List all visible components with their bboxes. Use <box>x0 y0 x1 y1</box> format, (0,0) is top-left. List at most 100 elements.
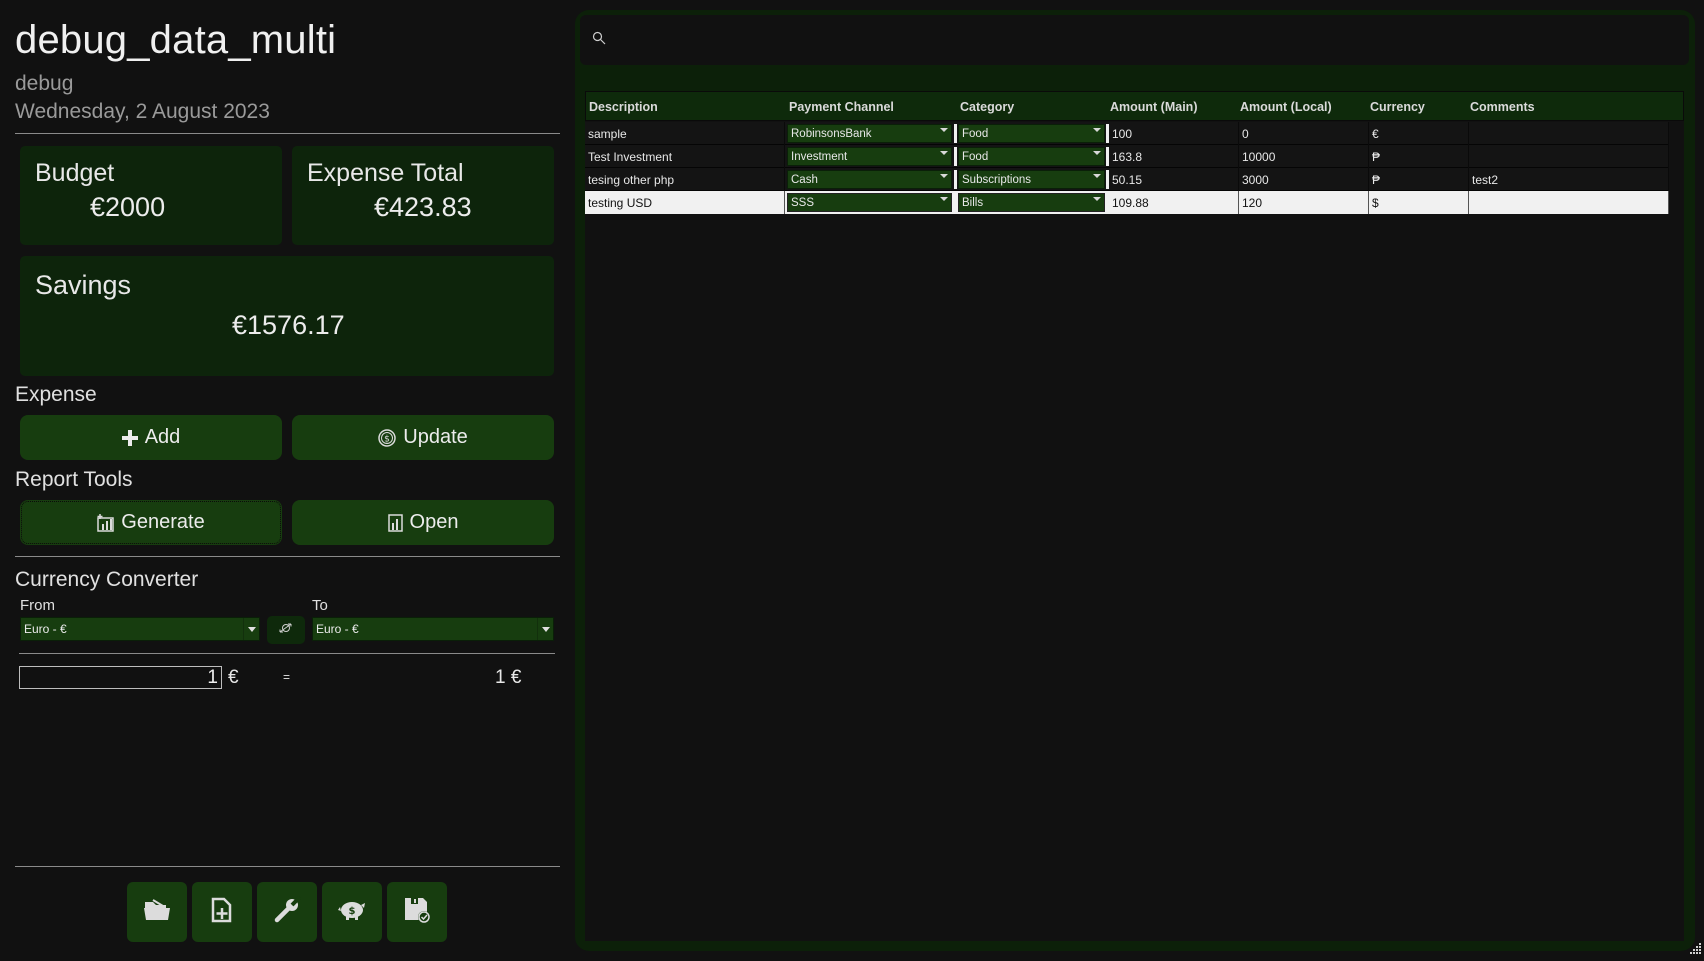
payment-channel-select-value: SSS <box>791 196 815 209</box>
chevron-down-icon <box>940 197 948 213</box>
settings-button[interactable] <box>257 882 317 942</box>
amount-main-cell[interactable]: 163.8 <box>1109 145 1239 168</box>
search-bar[interactable] <box>580 15 1689 65</box>
new-file-button[interactable] <box>192 882 252 942</box>
divider <box>15 866 560 867</box>
column-separator <box>954 147 957 166</box>
update-expense-button[interactable]: $ Update <box>292 415 554 460</box>
category-select-value: Subscriptions <box>962 173 1032 186</box>
currency-cell[interactable]: € <box>1369 122 1469 145</box>
column-separator <box>954 170 957 189</box>
payment-channel-select-value: Cash <box>791 173 818 186</box>
piggy-bank-icon: $ <box>337 898 367 927</box>
budget-card: Budget €2000 <box>20 146 282 245</box>
profile-name: debug <box>15 72 74 95</box>
generate-report-button[interactable]: Generate <box>20 500 282 545</box>
budget-value: €2000 <box>90 192 166 222</box>
equals-sign: = <box>283 670 291 684</box>
left-panel: debug_data_multi debug Wednesday, 2 Augu… <box>15 0 560 961</box>
save-icon <box>403 896 431 929</box>
category-select-value: Food <box>962 127 989 140</box>
currency-converter-label: Currency Converter <box>15 568 199 591</box>
expense-total-label: Expense Total <box>307 159 464 187</box>
expense-section-label: Expense <box>15 383 97 406</box>
column-header-amount-main[interactable]: Amount (Main) <box>1110 100 1197 114</box>
report-tools-section-label: Report Tools <box>15 468 133 491</box>
swap-icon <box>277 621 295 640</box>
open-report-label: Open <box>409 511 459 533</box>
description-cell[interactable]: Test Investment <box>585 145 785 168</box>
comments-cell[interactable] <box>1469 122 1669 145</box>
from-currency-value: Euro - € <box>24 622 67 636</box>
amount-local-cell[interactable]: 120 <box>1239 191 1369 214</box>
description-cell[interactable]: sample <box>585 122 785 145</box>
divider <box>15 556 560 557</box>
currency-cell[interactable]: ₱ <box>1369 168 1469 191</box>
svg-text:$: $ <box>349 906 356 917</box>
payment-channel-select[interactable]: RobinsonsBank <box>787 124 952 144</box>
table-row[interactable]: Test Investment Investment Food 163.8 10000 ₱ <box>585 145 1669 168</box>
resize-grip-icon[interactable] <box>1690 941 1702 959</box>
savings-label: Savings <box>35 270 132 300</box>
add-expense-button[interactable]: Add <box>20 415 282 460</box>
from-currency-select[interactable]: Euro - € <box>20 617 260 641</box>
table-row[interactable]: sample RobinsonsBank Food 100 0 € <box>585 122 1669 145</box>
amount-local-cell[interactable]: 10000 <box>1239 145 1369 168</box>
description-cell[interactable]: tesing other php <box>585 168 785 191</box>
convert-amount-input[interactable] <box>19 666 222 689</box>
swap-currency-button[interactable] <box>267 616 305 644</box>
comments-cell[interactable] <box>1469 191 1669 214</box>
open-file-button[interactable] <box>127 882 187 942</box>
payment-channel-select[interactable]: Cash <box>787 170 952 190</box>
column-header-currency[interactable]: Currency <box>1370 100 1425 114</box>
search-input[interactable] <box>614 32 1689 48</box>
budget-savings-button[interactable]: $ <box>322 882 382 942</box>
divider <box>15 133 560 134</box>
input-currency-symbol: € <box>228 667 239 688</box>
amount-local-cell[interactable]: 3000 <box>1239 168 1369 191</box>
chevron-down-icon <box>1093 128 1101 144</box>
amount-local-cell[interactable]: 0 <box>1239 122 1369 145</box>
app-title: debug_data_multi <box>15 18 337 62</box>
category-select[interactable]: Subscriptions <box>958 170 1105 190</box>
payment-channel-select[interactable]: Investment <box>787 147 952 167</box>
currency-cell[interactable]: $ <box>1369 191 1469 214</box>
expense-total-card: Expense Total €423.83 <box>292 146 554 245</box>
table-row[interactable]: testing USD SSS Bills 109.88 120 $ <box>585 191 1669 214</box>
chevron-down-icon <box>940 174 948 190</box>
payment-channel-select[interactable]: SSS <box>787 193 952 213</box>
category-select[interactable]: Food <box>958 124 1105 144</box>
column-header-category[interactable]: Category <box>960 100 1014 114</box>
to-currency-select[interactable]: Euro - € <box>312 617 554 641</box>
open-folder-icon <box>143 898 171 927</box>
plus-icon <box>121 429 138 446</box>
chevron-down-icon <box>1093 197 1101 213</box>
amount-main-cell[interactable]: 100 <box>1109 122 1239 145</box>
update-expense-label: Update <box>403 426 468 448</box>
chart-icon <box>387 513 403 532</box>
converted-result: 1 € <box>495 667 522 688</box>
category-select[interactable]: Food <box>958 147 1105 167</box>
to-currency-value: Euro - € <box>316 622 359 636</box>
savings-card: Savings €1576.17 <box>20 256 554 376</box>
save-button[interactable] <box>387 882 447 942</box>
description-cell[interactable]: testing USD <box>585 191 785 214</box>
chevron-down-icon <box>243 618 259 640</box>
comments-cell[interactable] <box>1469 145 1669 168</box>
amount-main-cell[interactable]: 109.88 <box>1109 191 1239 214</box>
open-report-button[interactable]: Open <box>292 500 554 545</box>
chevron-down-icon <box>537 618 553 640</box>
table-row[interactable]: tesing other php Cash Subscriptions 50.15 30… <box>585 168 1669 191</box>
column-header-description[interactable]: Description <box>589 100 658 114</box>
to-label: To <box>312 597 328 614</box>
column-header-amount-local[interactable]: Amount (Local) <box>1240 100 1332 114</box>
comments-cell[interactable]: test2 <box>1469 168 1669 191</box>
budget-label: Budget <box>35 159 115 187</box>
amount-main-cell[interactable]: 50.15 <box>1109 168 1239 191</box>
currency-cell[interactable]: ₱ <box>1369 145 1469 168</box>
column-header-payment-channel[interactable]: Payment Channel <box>789 100 894 114</box>
category-select-value: Bills <box>962 196 984 209</box>
category-select[interactable]: Bills <box>958 193 1105 213</box>
expense-total-value: €423.83 <box>374 192 472 222</box>
column-header-comments[interactable]: Comments <box>1470 100 1535 114</box>
